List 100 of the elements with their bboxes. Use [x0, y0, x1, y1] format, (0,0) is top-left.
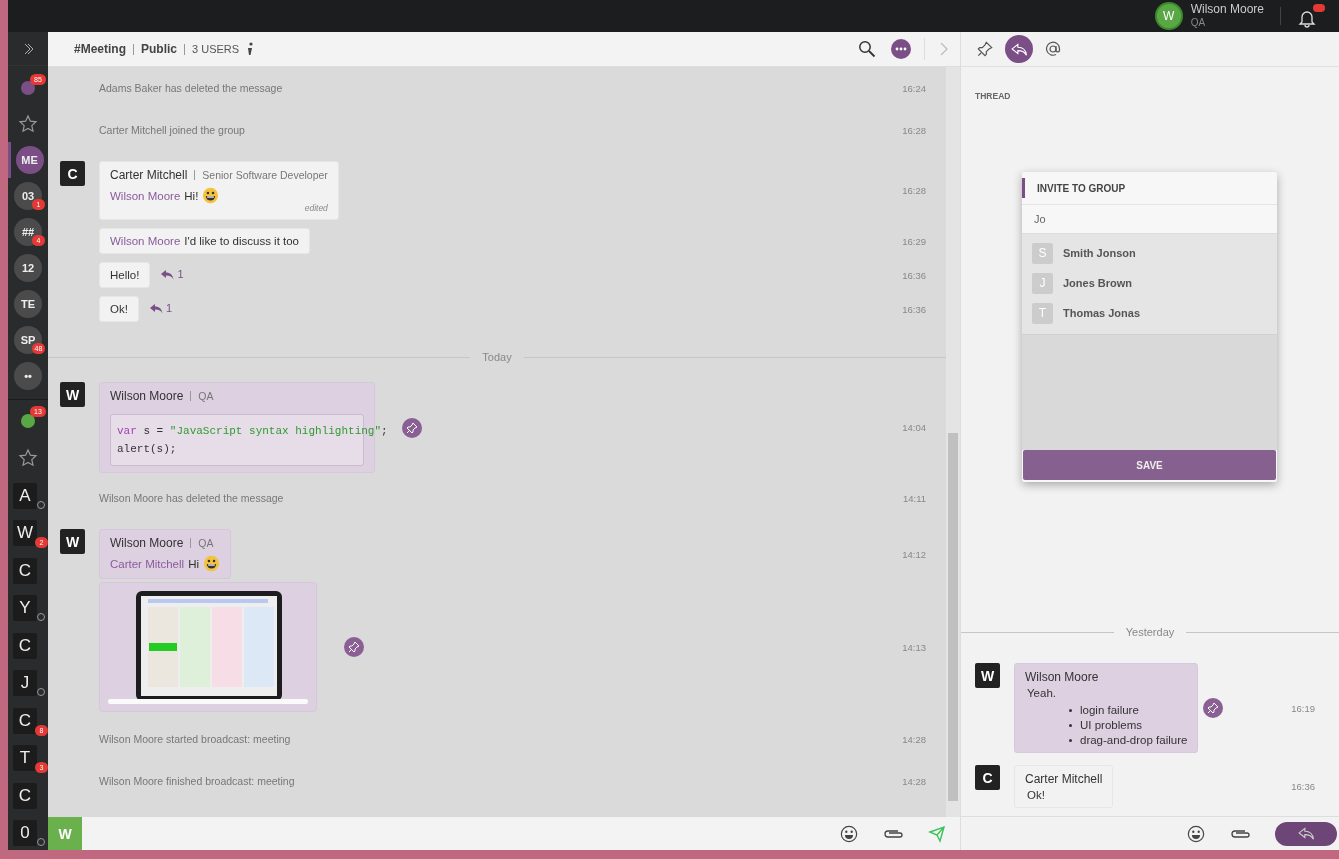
message-text: I'd like to discuss it too: [184, 235, 299, 247]
user-avatar[interactable]: C: [975, 765, 1000, 790]
author-name[interactable]: Carter Mitchell: [110, 168, 188, 182]
bell-icon: [1297, 8, 1317, 28]
channel-button[interactable]: TE: [14, 290, 42, 318]
message-time: 16:36: [901, 303, 926, 315]
code-token: alert(s);: [117, 443, 177, 455]
mention-link[interactable]: Carter Mitchell: [110, 557, 185, 570]
date-divider: Yesterday: [1125, 626, 1175, 638]
pin-button[interactable]: [344, 637, 364, 657]
system-message: Adams Baker has deleted the message: [99, 82, 284, 94]
at-sign-icon: [1045, 41, 1061, 57]
user-name: Thomas Jonas: [1063, 307, 1141, 319]
contact-button[interactable]: 0: [13, 820, 37, 847]
message-time: 16:29: [901, 235, 926, 247]
pin-icon: [977, 41, 993, 57]
author-name[interactable]: Wilson Moore: [110, 536, 184, 550]
author-name[interactable]: Wilson Moore: [110, 389, 184, 403]
message-time: 14:04: [901, 422, 926, 433]
contact-button[interactable]: A: [13, 482, 37, 509]
edited-label: edited: [304, 203, 328, 213]
info-icon[interactable]: [246, 42, 255, 56]
user-count[interactable]: 3 USERS: [192, 43, 240, 55]
system-message: Wilson Moore has deleted the message: [99, 492, 285, 504]
pin-icon: [1207, 702, 1220, 714]
message-time: 14:12: [901, 548, 926, 560]
message-text: Hello!: [110, 269, 140, 281]
author-name[interactable]: Wilson Moore: [1025, 670, 1099, 684]
date-divider: Today: [482, 351, 512, 363]
notifications-button[interactable]: [1297, 4, 1325, 28]
emoji-icon[interactable]: [840, 824, 858, 843]
message-time: 16:24: [901, 82, 926, 94]
reply-tab[interactable]: [1005, 35, 1033, 63]
message-text: Hi!: [184, 189, 199, 202]
user-avatar[interactable]: W: [60, 529, 85, 554]
contact-button[interactable]: W: [13, 520, 37, 547]
mention-link[interactable]: Wilson Moore: [110, 235, 181, 247]
reply-count[interactable]: 1: [148, 302, 172, 314]
contact-button[interactable]: Y: [13, 595, 37, 622]
user-avatar[interactable]: C: [60, 161, 85, 186]
channel-visibility: Public: [141, 42, 178, 56]
message-time: 16:28: [901, 185, 926, 196]
star-icon[interactable]: [18, 114, 38, 134]
author-name[interactable]: Carter Mitchell: [1025, 772, 1103, 786]
scrollbar[interactable]: [946, 67, 960, 817]
message-text: Hi: [188, 557, 199, 570]
reply-icon: [1298, 827, 1314, 840]
emoji-icon[interactable]: [1187, 824, 1205, 843]
author-role: Senior Software Developer: [202, 169, 328, 181]
pin-icon: [406, 421, 418, 434]
message-time: 14:13: [901, 641, 926, 653]
channel-name: #Meeting: [74, 42, 126, 56]
code-token: var: [117, 425, 137, 437]
list-item: drag-and-drop failure: [1069, 734, 1188, 746]
list-item: UI problems: [1069, 719, 1188, 731]
code-token: s =: [142, 425, 165, 437]
contact-button[interactable]: T: [13, 745, 37, 772]
contact-button[interactable]: C: [13, 707, 37, 734]
pin-button[interactable]: [402, 417, 422, 438]
user-name: Smith Jonson: [1063, 247, 1136, 259]
more-button[interactable]: [891, 39, 911, 59]
user-avatar[interactable]: W: [975, 663, 1000, 688]
more-icon: [895, 47, 907, 51]
contact-button[interactable]: J: [13, 670, 37, 697]
paperclip-icon[interactable]: [1229, 827, 1251, 840]
message-time: 16:19: [1290, 702, 1315, 714]
chevron-right-icon: [22, 42, 34, 55]
star-icon[interactable]: [18, 448, 38, 469]
search-icon[interactable]: [858, 40, 876, 58]
search-input[interactable]: Jo: [1022, 204, 1277, 234]
author-role: QA: [198, 537, 214, 549]
contact-button[interactable]: C: [13, 557, 37, 584]
thread-label: THREAD: [975, 91, 1012, 101]
pin-icon: [348, 641, 360, 653]
save-button[interactable]: SAVE: [1023, 450, 1276, 480]
status-dot[interactable]: [21, 413, 35, 428]
reply-icon: [1011, 42, 1027, 56]
user-role: QA: [1190, 16, 1207, 29]
code-token: ;: [381, 425, 388, 437]
message-time: 14:28: [901, 775, 926, 787]
channel-button[interactable]: ••: [14, 362, 42, 390]
status-dot[interactable]: [21, 81, 35, 95]
user-name: Jones Brown: [1063, 277, 1133, 289]
user-avatar: W: [48, 817, 82, 850]
message-time: 16:36: [901, 269, 926, 281]
contact-button[interactable]: C: [13, 782, 37, 809]
mention-link[interactable]: Wilson Moore: [110, 189, 181, 202]
channel-button[interactable]: ME: [15, 146, 44, 174]
message-time: 14:11: [901, 492, 926, 504]
reply-count[interactable]: 1: [160, 268, 184, 280]
contact-button[interactable]: C: [13, 632, 37, 659]
reply-button[interactable]: [1275, 821, 1337, 846]
author-role: QA: [198, 390, 214, 402]
system-message: Wilson Moore finished broadcast: meeting: [99, 775, 296, 787]
pin-button[interactable]: [1203, 698, 1224, 718]
user-avatar[interactable]: W: [60, 382, 85, 407]
channel-button[interactable]: 12: [14, 254, 42, 282]
paperclip-icon[interactable]: [882, 827, 904, 840]
message-time: 16:36: [1290, 781, 1315, 792]
code-token: "JavaScript syntax highlighting": [169, 425, 382, 437]
